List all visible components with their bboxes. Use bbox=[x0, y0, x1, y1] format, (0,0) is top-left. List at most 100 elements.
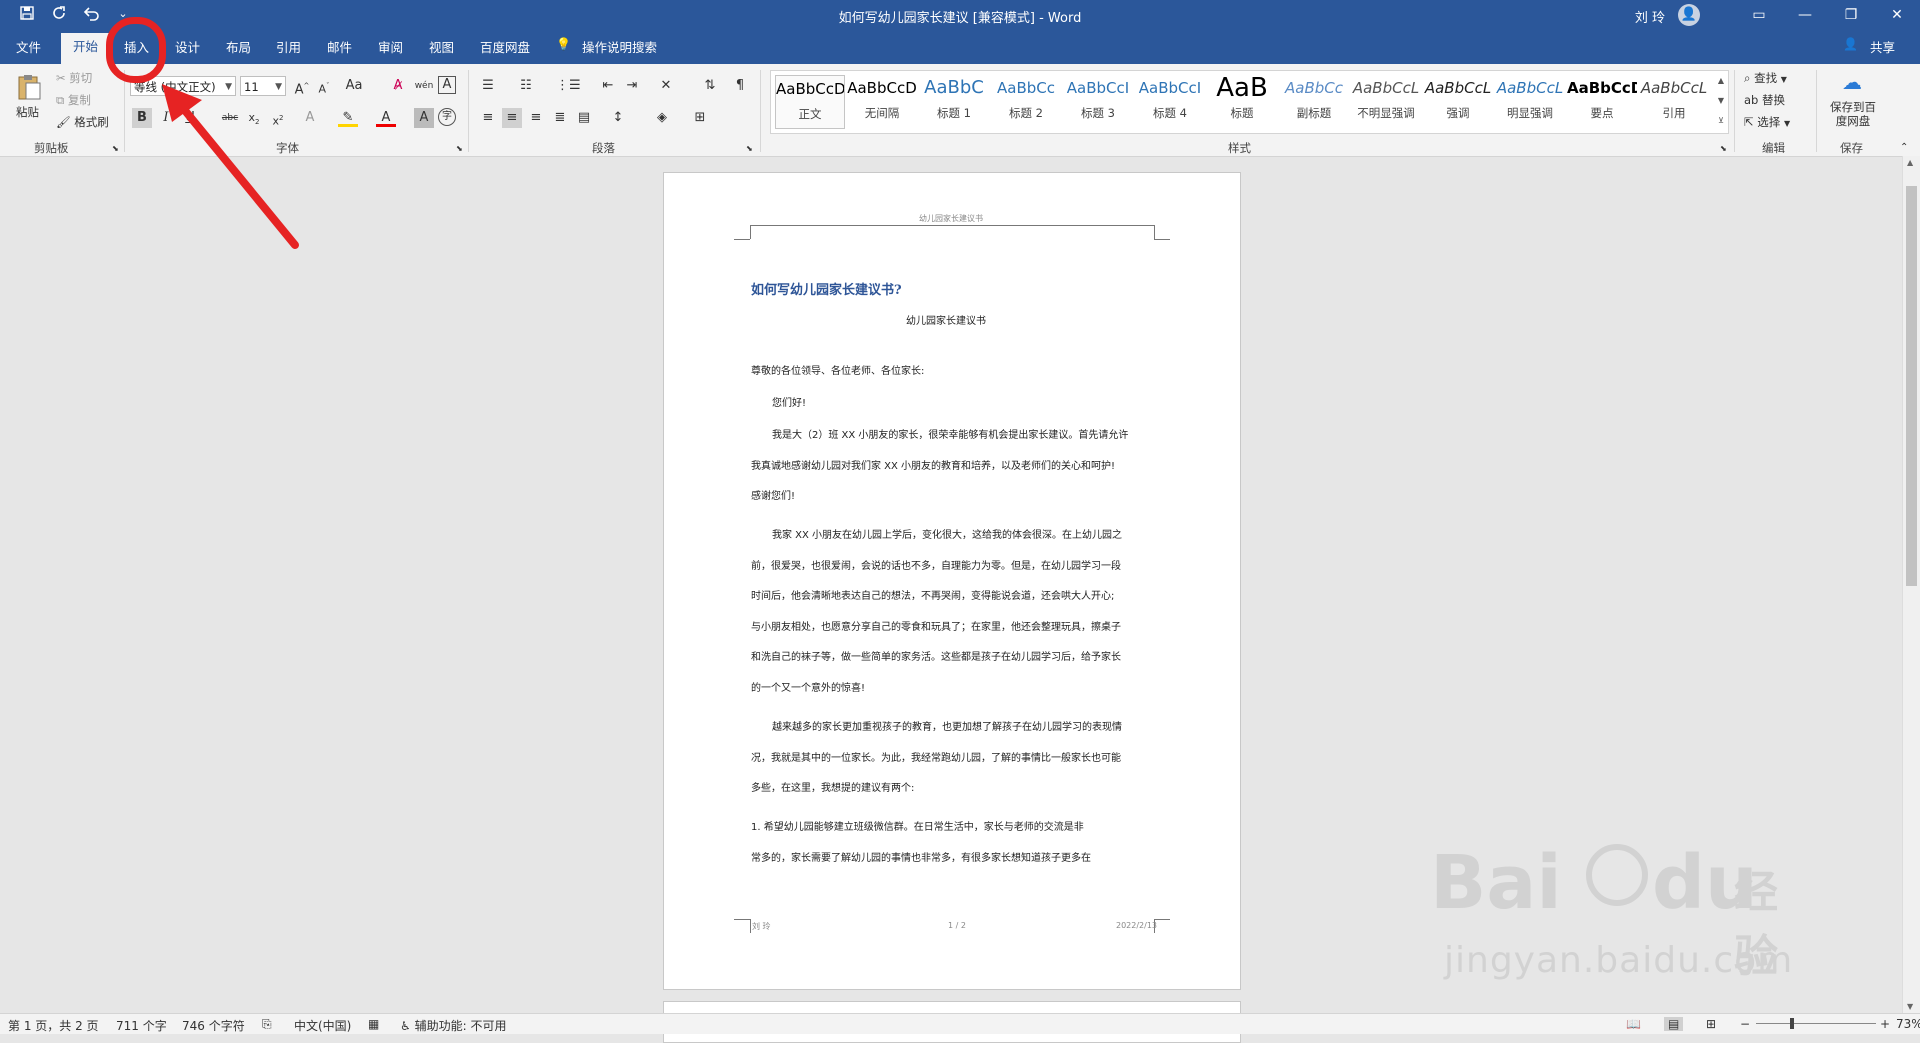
tell-me-search[interactable]: 操作说明搜索 bbox=[582, 37, 657, 56]
change-case-icon[interactable]: Aa bbox=[344, 76, 364, 96]
highlight-color-icon[interactable]: ✎ bbox=[338, 108, 358, 127]
paragraph-group-label: 段落 bbox=[592, 141, 615, 155]
style-item[interactable]: AaBbC 标题 1 bbox=[919, 75, 989, 129]
scrollbar-thumb[interactable] bbox=[1906, 186, 1917, 586]
zoom-in-icon[interactable]: + bbox=[1880, 1017, 1890, 1031]
save-to-baidu-button[interactable]: 保存到百度网盘 bbox=[1826, 100, 1880, 128]
collapse-ribbon-icon[interactable]: ⌃ bbox=[1900, 142, 1908, 153]
scroll-down-icon[interactable]: ▼ bbox=[1907, 1002, 1913, 1011]
tab-mailings[interactable]: 邮件 bbox=[327, 37, 352, 56]
page-count[interactable]: 第 1 页，共 2 页 bbox=[8, 1017, 99, 1034]
replace-button[interactable]: ab 替换 bbox=[1744, 92, 1785, 108]
tab-home[interactable]: 开始 bbox=[61, 33, 111, 64]
web-layout-icon[interactable]: ⊞ bbox=[1706, 1017, 1716, 1031]
share-button[interactable]: 共享 bbox=[1870, 37, 1895, 56]
zoom-level[interactable]: 73% bbox=[1896, 1017, 1920, 1031]
numbering-icon[interactable]: ☷ bbox=[516, 76, 536, 96]
style-item[interactable]: AaBbCcD 无间隔 bbox=[847, 75, 917, 129]
style-item[interactable]: AaBbCcD 正文 bbox=[775, 75, 845, 129]
bullets-icon[interactable]: ☰ bbox=[478, 76, 498, 96]
style-item[interactable]: AaB 标题 bbox=[1207, 75, 1277, 129]
tab-baidu-netdisk[interactable]: 百度网盘 bbox=[480, 37, 530, 56]
enclose-characters-icon[interactable]: 字 bbox=[438, 108, 456, 126]
paragraph-launcher-icon[interactable]: ⬊ bbox=[746, 144, 753, 153]
baidu-netdisk-icon[interactable]: ☁ bbox=[1838, 70, 1866, 96]
shrink-font-icon[interactable]: Aˇ bbox=[314, 76, 334, 96]
zoom-out-icon[interactable]: − bbox=[1740, 1017, 1750, 1031]
bold-button[interactable]: B bbox=[132, 108, 152, 128]
zoom-slider[interactable] bbox=[1756, 1023, 1876, 1024]
paragraph-line: 尊敬的各位领导、各位老师、各位家长: bbox=[751, 366, 925, 377]
zoom-slider-handle[interactable] bbox=[1790, 1018, 1794, 1029]
read-mode-icon[interactable]: 📖 bbox=[1626, 1017, 1641, 1031]
find-button[interactable]: ⌕ 查找 ▼ bbox=[1744, 70, 1787, 86]
style-item[interactable]: AaBbCcI 标题 3 bbox=[1063, 75, 1133, 129]
justify-icon[interactable]: ≣ bbox=[550, 108, 570, 128]
vertical-scrollbar[interactable]: ▲ ▼ bbox=[1902, 156, 1920, 1013]
style-name: 引用 bbox=[1662, 106, 1686, 120]
cut-button[interactable]: ✂ 剪切 bbox=[56, 70, 92, 86]
restore-icon[interactable]: ❐ bbox=[1828, 0, 1874, 30]
sort-icon[interactable]: ⇅ bbox=[700, 76, 720, 96]
tab-review[interactable]: 审阅 bbox=[378, 37, 403, 56]
close-icon[interactable]: ✕ bbox=[1874, 0, 1920, 30]
tab-file[interactable]: 文件 bbox=[16, 37, 41, 56]
language-indicator[interactable]: 中文(中国) bbox=[294, 1017, 351, 1034]
paste-icon[interactable] bbox=[14, 72, 44, 102]
paste-button[interactable]: 粘贴 bbox=[16, 104, 39, 120]
macro-icon[interactable]: ▦ bbox=[368, 1017, 379, 1031]
tab-references[interactable]: 引用 bbox=[276, 37, 301, 56]
print-layout-icon[interactable]: ▤ bbox=[1664, 1017, 1684, 1031]
distributed-icon[interactable]: ▤ bbox=[574, 108, 594, 128]
align-right-icon[interactable]: ≡ bbox=[526, 108, 546, 128]
tab-view[interactable]: 视图 bbox=[429, 37, 454, 56]
scroll-up-icon[interactable]: ▲ bbox=[1907, 158, 1913, 167]
align-left-icon[interactable]: ≡ bbox=[478, 108, 498, 128]
clear-formatting-icon[interactable]: A̷ bbox=[388, 76, 408, 96]
word-count[interactable]: 711 个字 bbox=[116, 1017, 167, 1034]
style-item[interactable]: AaBbCcL 不明显强调 bbox=[1351, 75, 1421, 129]
tab-layout[interactable]: 布局 bbox=[226, 37, 251, 56]
phonetic-guide-icon[interactable]: wén bbox=[414, 76, 434, 96]
borders-icon[interactable]: ⊞ bbox=[690, 108, 710, 128]
paragraph-line: 前，很爱哭，也很爱闹，会说的话也不多，自理能力为零。但是，在幼儿园学习一段 bbox=[751, 561, 1121, 572]
decrease-indent-icon[interactable]: ⇤ bbox=[598, 76, 618, 96]
shading-icon[interactable]: ◈ bbox=[652, 108, 672, 128]
tab-design[interactable]: 设计 bbox=[175, 37, 200, 56]
show-marks-icon[interactable]: ¶ bbox=[730, 76, 750, 96]
style-item[interactable]: AaBbCcI 标题 4 bbox=[1135, 75, 1205, 129]
char-count[interactable]: 746 个字符 bbox=[182, 1017, 245, 1034]
avatar[interactable]: 👤 bbox=[1678, 4, 1700, 26]
styles-scroll[interactable]: ▲ ▼ ⊻ bbox=[1714, 70, 1729, 134]
style-item[interactable]: AaBbCcL 引用 bbox=[1639, 75, 1709, 129]
format-painter-label: 格式刷 bbox=[74, 115, 109, 129]
style-item[interactable]: AaBbCc 副标题 bbox=[1279, 75, 1349, 129]
style-item[interactable]: AaBbCcD 要点 bbox=[1567, 75, 1637, 129]
font-color-icon[interactable]: A bbox=[376, 108, 396, 127]
format-painter-button[interactable]: 🖌 格式刷 bbox=[56, 114, 109, 130]
character-border-icon[interactable]: A bbox=[438, 76, 456, 94]
minimize-icon[interactable]: — bbox=[1782, 0, 1828, 30]
proofing-icon[interactable]: ⎘ bbox=[262, 1017, 272, 1032]
margin-mark bbox=[1154, 239, 1170, 240]
line-spacing-icon[interactable]: ↕ bbox=[608, 108, 628, 128]
ribbon-tab-bar: 文件 开始 插入 设计 布局 引用 邮件 审阅 视图 百度网盘 💡 操作说明搜索… bbox=[0, 30, 1920, 64]
style-item[interactable]: AaBbCcL 强调 bbox=[1423, 75, 1493, 129]
ribbon-display-options-icon[interactable]: ▭ bbox=[1736, 0, 1782, 30]
align-center-icon[interactable]: ≡ bbox=[502, 108, 522, 128]
asian-layout-icon[interactable]: ✕ bbox=[656, 76, 676, 96]
document-page[interactable]: 幼儿园家长建议书 如何写幼儿园家长建议书? 幼儿园家长建议书 尊敬的各位领导、各… bbox=[663, 172, 1241, 990]
user-name[interactable]: 刘 玲 bbox=[1635, 7, 1665, 26]
multilevel-list-icon[interactable]: ⋮☰ bbox=[556, 76, 581, 96]
styles-launcher-icon[interactable]: ⬊ bbox=[1720, 144, 1727, 153]
font-launcher-icon[interactable]: ⬊ bbox=[456, 144, 463, 153]
accessibility-status[interactable]: ♿ 辅助功能: 不可用 bbox=[400, 1017, 506, 1034]
save-group-label: 保存 bbox=[1840, 141, 1863, 155]
copy-button[interactable]: ⧉ 复制 bbox=[56, 92, 91, 108]
clipboard-launcher-icon[interactable]: ⬊ bbox=[112, 144, 119, 153]
select-button[interactable]: ⇱ 选择 ▼ bbox=[1744, 114, 1790, 130]
character-shading-icon[interactable]: A bbox=[414, 108, 434, 128]
style-item[interactable]: AaBbCc 标题 2 bbox=[991, 75, 1061, 129]
increase-indent-icon[interactable]: ⇥ bbox=[622, 76, 642, 96]
style-item[interactable]: AaBbCcL 明显强调 bbox=[1495, 75, 1565, 129]
